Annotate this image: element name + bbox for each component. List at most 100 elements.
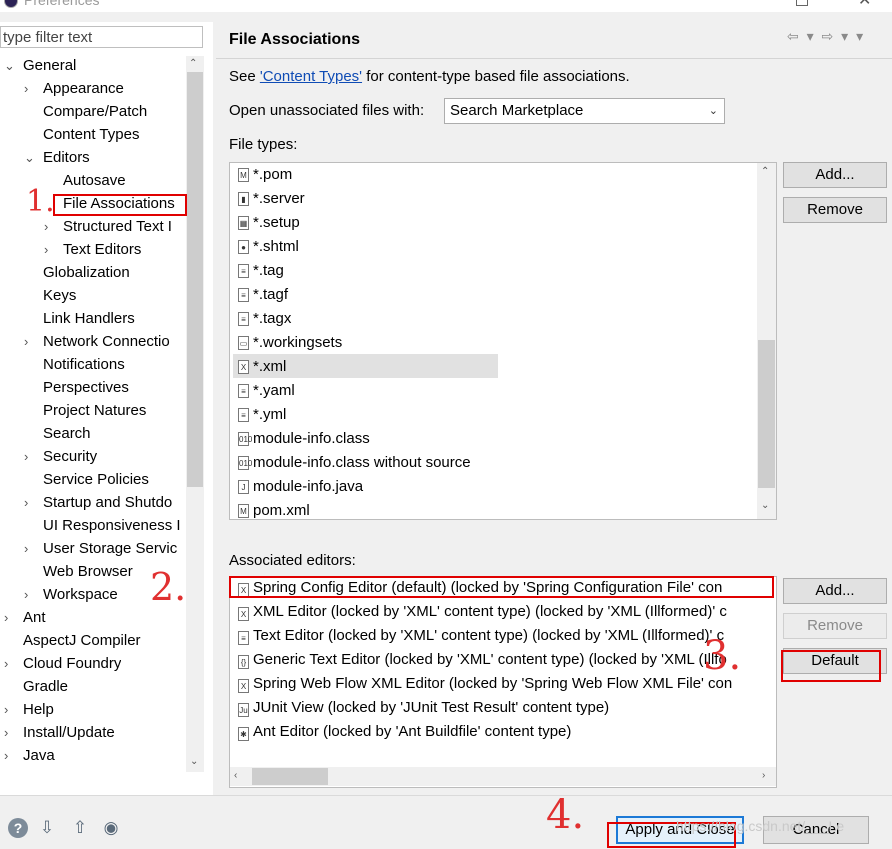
tree-item[interactable]: Structured Text I: [63, 216, 172, 238]
tree-item[interactable]: Search: [43, 423, 91, 445]
content-types-link[interactable]: 'Content Types': [260, 68, 362, 85]
scroll-down-arrow[interactable]: ⌄: [190, 756, 198, 767]
file-icon: ≡: [238, 312, 249, 326]
tree-item[interactable]: Perspectives: [43, 377, 129, 399]
file-type-row[interactable]: *.tagx: [253, 307, 291, 331]
remove-file-type-button[interactable]: Remove: [783, 197, 887, 223]
tree-item[interactable]: Network Connectio: [43, 331, 170, 353]
tree-item[interactable]: Startup and Shutdo: [43, 492, 172, 514]
editor-icon: X: [238, 607, 249, 621]
editor-row[interactable]: XML Editor (locked by 'XML' content type…: [253, 600, 727, 624]
record-icon[interactable]: ◉: [101, 818, 121, 838]
tree-item[interactable]: Help: [23, 699, 54, 721]
chevron-right-icon[interactable]: ›: [4, 745, 8, 767]
tree-item[interactable]: Text Editors: [63, 239, 141, 261]
tree-item[interactable]: Content Types: [43, 124, 139, 146]
chevron-right-icon[interactable]: ›: [24, 492, 28, 514]
tree-item[interactable]: Notifications: [43, 354, 125, 376]
editor-row[interactable]: Text Editor (locked by 'XML' content typ…: [253, 624, 724, 648]
tree-item[interactable]: Ant: [23, 607, 46, 629]
chevron-right-icon[interactable]: ›: [24, 446, 28, 468]
scroll-left-arrow[interactable]: ‹: [234, 770, 237, 781]
chevron-right-icon[interactable]: ›: [24, 78, 28, 100]
chevron-right-icon[interactable]: ›: [4, 653, 8, 675]
tree-item[interactable]: Web Browser: [43, 561, 133, 583]
annotation-step-2: 2.: [150, 565, 187, 609]
scroll-up-arrow[interactable]: ⌃: [189, 58, 197, 69]
tree-scroll-thumb[interactable]: [187, 72, 203, 487]
chevron-right-icon[interactable]: ›: [4, 607, 8, 629]
file-type-row[interactable]: *.workingsets: [253, 331, 342, 355]
scroll-right-arrow[interactable]: ›: [762, 770, 765, 781]
annotation-highlight-file-associations: [53, 194, 187, 216]
tree-item[interactable]: Security: [43, 446, 97, 468]
file-type-row[interactable]: *.tag: [253, 259, 284, 283]
tree-item[interactable]: Service Policies: [43, 469, 149, 491]
file-type-row[interactable]: *.yaml: [253, 379, 295, 403]
tree-item[interactable]: AspectJ Compiler: [23, 630, 141, 652]
tree-item[interactable]: Install/Update: [23, 722, 115, 744]
file-icon: ●: [238, 240, 249, 254]
annotation-highlight-default: [781, 650, 881, 682]
tree-item[interactable]: User Storage Servic: [43, 538, 177, 560]
add-editor-button[interactable]: Add...: [783, 578, 887, 604]
chevron-right-icon[interactable]: ›: [24, 538, 28, 560]
file-type-row[interactable]: module-info.class without source: [253, 451, 471, 475]
tree-item[interactable]: Appearance: [43, 78, 124, 100]
editor-row[interactable]: Generic Text Editor (locked by 'XML' con…: [253, 648, 727, 672]
file-icon: 010: [238, 432, 252, 446]
tree-item[interactable]: Java: [23, 745, 55, 767]
scroll-down-arrow[interactable]: ⌄: [761, 500, 769, 511]
tree-item[interactable]: Editors: [43, 147, 90, 169]
editors-scroll-thumb[interactable]: [252, 768, 328, 785]
file-type-row[interactable]: *.tagf: [253, 283, 288, 307]
tree-item[interactable]: Globalization: [43, 262, 130, 284]
tree-item[interactable]: Autosave: [63, 170, 126, 192]
remove-editor-button[interactable]: Remove: [783, 613, 887, 639]
window-title: Preferences: [24, 0, 100, 8]
tree-item[interactable]: Compare/Patch: [43, 101, 147, 123]
chevron-right-icon[interactable]: ›: [4, 699, 8, 721]
editor-icon: {}: [238, 655, 249, 669]
chevron-down-icon[interactable]: ⌄: [4, 55, 15, 77]
tree-item[interactable]: Project Natures: [43, 400, 146, 422]
filter-input[interactable]: [0, 26, 203, 48]
import-icon[interactable]: ⇩: [37, 818, 57, 838]
tree-item[interactable]: Gradle: [23, 676, 68, 698]
editor-row[interactable]: Spring Web Flow XML Editor (locked by 'S…: [253, 672, 732, 696]
history-nav-icon[interactable]: ⇦ ▾ ⇨ ▾ ▾: [787, 28, 865, 45]
close-window-button[interactable]: ✕: [858, 0, 871, 10]
add-file-type-button[interactable]: Add...: [783, 162, 887, 188]
file-icon: M: [238, 504, 249, 518]
chevron-right-icon[interactable]: ›: [4, 722, 8, 744]
scroll-up-arrow[interactable]: ⌃: [761, 166, 769, 177]
help-icon[interactable]: ?: [8, 818, 28, 838]
chevron-down-icon[interactable]: ⌄: [24, 147, 35, 169]
file-types-scroll-thumb[interactable]: [758, 340, 775, 488]
maximize-button[interactable]: [796, 0, 808, 6]
export-icon[interactable]: ⇧: [70, 818, 90, 838]
tree-item[interactable]: UI Responsiveness I: [43, 515, 181, 537]
tree-item[interactable]: Cloud Foundry: [23, 653, 121, 675]
tree-item[interactable]: Workspace: [43, 584, 118, 606]
tree-item[interactable]: Link Handlers: [43, 308, 135, 330]
file-type-row[interactable]: *.setup: [253, 211, 300, 235]
file-type-row[interactable]: *.yml: [253, 403, 286, 427]
chevron-right-icon[interactable]: ›: [44, 239, 48, 261]
file-type-row[interactable]: module-info.java: [253, 475, 363, 499]
file-type-row[interactable]: *.pom: [253, 163, 292, 187]
file-type-row[interactable]: *.server: [253, 187, 305, 211]
tree-item[interactable]: Keys: [43, 285, 76, 307]
file-type-row[interactable]: module-info.class: [253, 427, 370, 451]
file-type-row[interactable]: *.xml: [253, 355, 286, 379]
chevron-right-icon[interactable]: ›: [24, 584, 28, 606]
file-icon: ≡: [238, 408, 249, 422]
editor-row[interactable]: Ant Editor (locked by 'Ant Buildfile' co…: [253, 720, 571, 744]
editor-row[interactable]: JUnit View (locked by 'JUnit Test Result…: [253, 696, 609, 720]
chevron-right-icon[interactable]: ›: [24, 331, 28, 353]
chevron-right-icon[interactable]: ›: [44, 216, 48, 238]
file-type-row[interactable]: *.shtml: [253, 235, 299, 259]
open-unassociated-select[interactable]: Search Marketplace ⌄: [444, 98, 725, 124]
file-type-row[interactable]: pom.xml: [253, 499, 310, 523]
tree-item[interactable]: General: [23, 55, 76, 77]
